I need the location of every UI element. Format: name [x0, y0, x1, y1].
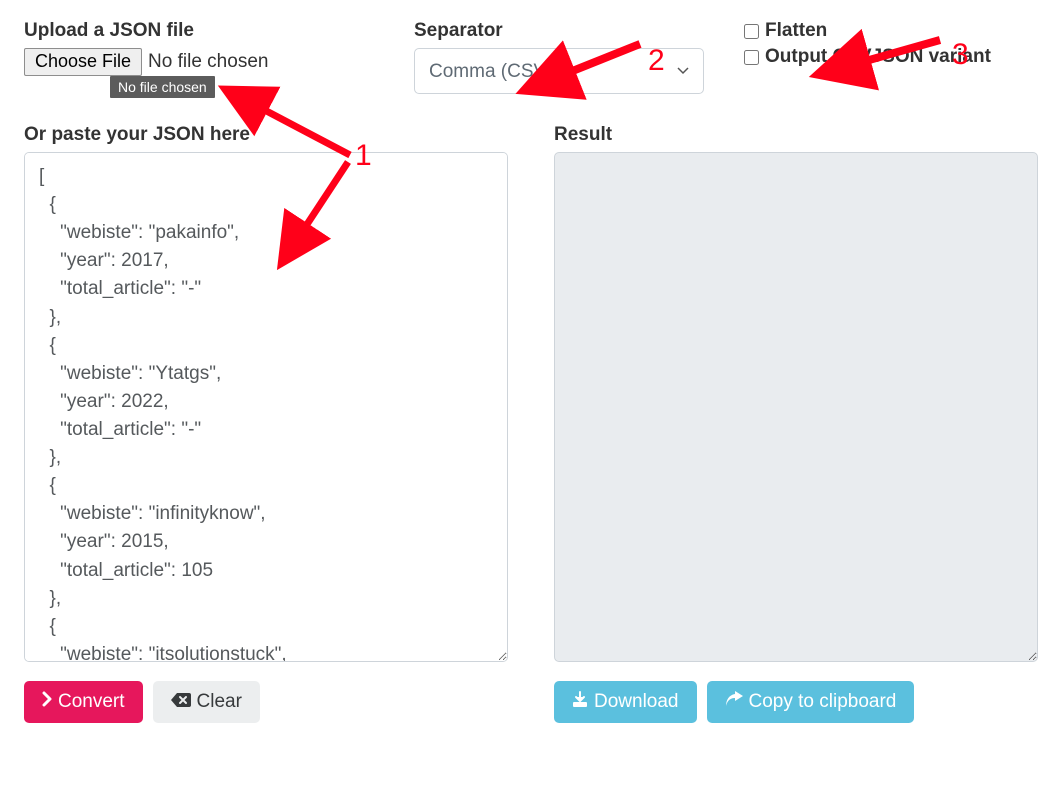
csvjson-label: Output CSVJSON variant	[765, 46, 991, 68]
csvjson-row[interactable]: Output CSVJSON variant	[744, 46, 1038, 68]
choose-file-button[interactable]: Choose File	[24, 48, 142, 76]
separator-label: Separator	[414, 20, 704, 42]
result-label: Result	[554, 124, 1038, 146]
download-button[interactable]: Download	[554, 681, 697, 723]
convert-label: Convert	[58, 691, 125, 713]
clear-label: Clear	[197, 691, 242, 713]
paste-label: Or paste your JSON here	[24, 124, 508, 146]
backspace-icon	[171, 691, 191, 713]
share-icon	[725, 691, 743, 713]
separator-select[interactable]: Comma (CSV)	[414, 48, 704, 94]
download-icon	[572, 691, 588, 713]
clear-button[interactable]: Clear	[153, 681, 260, 723]
copy-button[interactable]: Copy to clipboard	[707, 681, 915, 723]
upload-label: Upload a JSON file	[24, 20, 374, 42]
copy-label: Copy to clipboard	[749, 691, 897, 713]
download-label: Download	[594, 691, 679, 713]
result-output	[554, 152, 1038, 662]
file-status-text: No file chosen	[148, 51, 268, 73]
flatten-label: Flatten	[765, 20, 827, 42]
csvjson-checkbox[interactable]	[744, 50, 759, 65]
convert-button[interactable]: Convert	[24, 681, 143, 723]
flatten-checkbox[interactable]	[744, 24, 759, 39]
json-input[interactable]	[24, 152, 508, 662]
chevron-right-icon	[42, 691, 52, 713]
file-tooltip: No file chosen	[110, 76, 215, 98]
flatten-row[interactable]: Flatten	[744, 20, 1038, 42]
